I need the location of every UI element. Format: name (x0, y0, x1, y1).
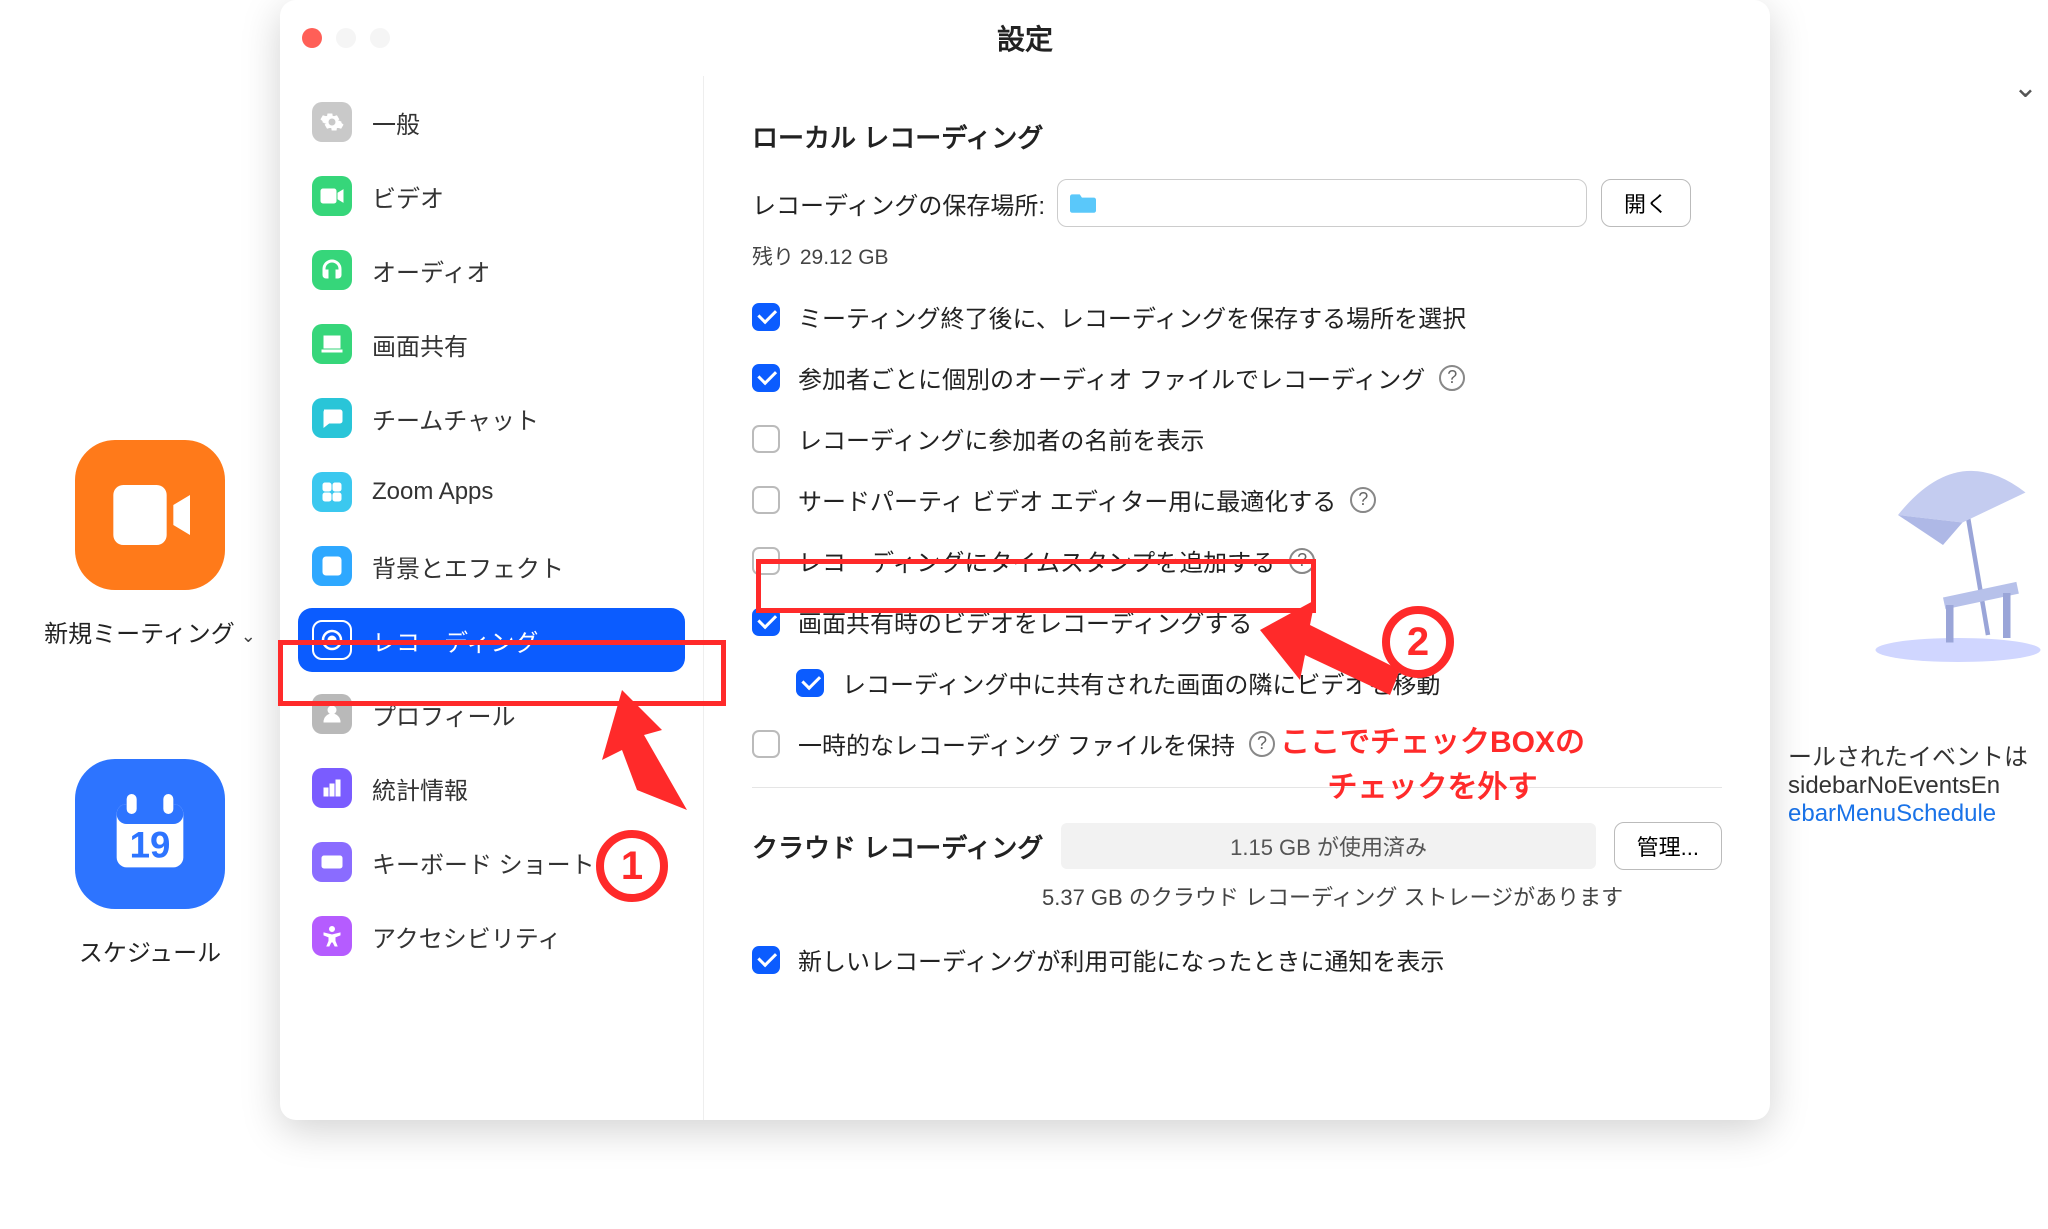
a11y-icon (312, 916, 352, 956)
check-row-1: 参加者ごとに個別のオーディオ ファイルでレコーディング ? (752, 360, 1722, 395)
location-label: レコーディングの保存場所: (752, 186, 1045, 221)
video-icon (110, 485, 190, 545)
annotation-text: ここでチェックBOXの チェックを外す (1280, 720, 1585, 810)
recording-location-input[interactable] (1057, 179, 1587, 227)
checkbox-label: 新しいレコーディングが利用可能になったときに通知を表示 (798, 942, 1444, 977)
sidebar-item-record[interactable]: レコーディング (298, 608, 685, 672)
bg-text-3[interactable]: ebarMenuSchedule (1788, 800, 2048, 828)
new-meeting-label: 新規ミーティング⌄ (44, 614, 256, 649)
sidebar-item-label: アクセシビリティ (372, 919, 561, 954)
open-folder-button[interactable]: 開く (1601, 179, 1691, 227)
chevron-down-icon[interactable]: ⌄ (241, 626, 256, 646)
annotation-number-2: 2 (1382, 606, 1454, 678)
window-traffic-lights[interactable] (302, 28, 390, 48)
checkbox-label: 画面共有時のビデオをレコーディングする (798, 604, 1252, 639)
keyboard-icon (312, 842, 352, 882)
sidebar-item-label: ビデオ (372, 179, 444, 214)
manage-cloud-button[interactable]: 管理... (1614, 822, 1722, 870)
sidebar-item-label: 画面共有 (372, 327, 468, 362)
sidebar-item-label: プロフィール (372, 697, 516, 732)
checkbox-2[interactable] (752, 425, 780, 453)
check-row-0: ミーティング終了後に、レコーディングを保存する場所を選択 (752, 299, 1722, 334)
check-row-3: サードパーティ ビデオ エディター用に最適化する ? (752, 482, 1722, 517)
bg-text-2: sidebarNoEventsEn (1788, 772, 2048, 800)
help-icon[interactable]: ? (1439, 365, 1465, 391)
check-row-2: レコーディングに参加者の名前を表示 (752, 421, 1722, 456)
checkbox-1[interactable] (752, 364, 780, 392)
check-row-4: レコーディングにタイムスタンプを追加する ? (752, 543, 1722, 578)
window-title: 設定 (997, 18, 1053, 58)
check-row-6: レコーディング中に共有された画面の隣にビデオを移動 (796, 665, 1722, 700)
help-icon[interactable]: ? (1350, 487, 1376, 513)
folder-icon (1070, 192, 1096, 214)
settings-sidebar: 一般 ビデオ オーディオ 画面共有 チームチャット Zoom Apps 背景とエ… (280, 76, 704, 1120)
cloud-recording-title: クラウド レコーディング (752, 828, 1043, 865)
sidebar-item-label: 統計情報 (372, 771, 468, 806)
video-icon (312, 176, 352, 216)
headphones-icon (312, 250, 352, 290)
remaining-storage: 残り 29.12 GB (752, 241, 1722, 271)
zoom-window-button[interactable] (370, 28, 390, 48)
checkbox-6[interactable] (796, 669, 824, 697)
umbrella-illustration (1868, 450, 2048, 670)
sidebar-item-video[interactable]: ビデオ (298, 164, 685, 228)
bg-icon (312, 546, 352, 586)
sidebar-item-label: オーディオ (372, 253, 490, 288)
annotation-arrow-1 (582, 690, 712, 840)
checkbox-label: ミーティング終了後に、レコーディングを保存する場所を選択 (798, 299, 1466, 334)
checkbox-label: サードパーティ ビデオ エディター用に最適化する (798, 482, 1336, 517)
sidebar-item-chat[interactable]: チームチャット (298, 386, 685, 450)
recording-panel: ローカル レコーディング レコーディングの保存場所: 開く 残り 29.12 G… (704, 76, 1770, 1120)
checkbox-7[interactable] (752, 730, 780, 758)
sidebar-item-label: 背景とエフェクト (372, 549, 564, 584)
sidebar-item-label: レコーディング (372, 623, 538, 658)
sidebar-item-gear[interactable]: 一般 (298, 90, 685, 154)
checkbox-label: レコーディングにタイムスタンプを追加する (798, 543, 1275, 578)
checkbox-5[interactable] (752, 608, 780, 636)
schedule-tile[interactable]: 19 (75, 759, 225, 909)
schedule-label: スケジュール (79, 933, 221, 968)
checkbox-0[interactable] (752, 303, 780, 331)
sidebar-item-label: 一般 (372, 105, 420, 140)
record-icon (312, 620, 352, 660)
checkbox-label: レコーディングに参加者の名前を表示 (798, 421, 1204, 456)
checkbox-label: 参加者ごとに個別のオーディオ ファイルでレコーディング (798, 360, 1425, 395)
gear-icon (312, 102, 352, 142)
sidebar-item-a11y[interactable]: アクセシビリティ (298, 904, 685, 968)
checkbox-label: 一時的なレコーディング ファイルを保持 (798, 726, 1235, 761)
local-recording-title: ローカル レコーディング (752, 118, 1722, 155)
new-meeting-tile[interactable] (75, 440, 225, 590)
bg-text-1: ールされたイベントは (1788, 737, 2048, 772)
sidebar-item-label: Zoom Apps (372, 478, 493, 506)
checkbox-cloud-notify[interactable] (752, 946, 780, 974)
profile-icon (312, 694, 352, 734)
cloud-remaining: 5.37 GB のクラウド レコーディング ストレージがあります (1042, 880, 1722, 912)
check-row-5: 画面共有時のビデオをレコーディングする (752, 604, 1722, 639)
share-icon (312, 324, 352, 364)
calendar-icon: 19 (110, 794, 190, 874)
close-window-button[interactable] (302, 28, 322, 48)
chevron-down-icon[interactable]: ⌄ (2013, 70, 2038, 105)
sidebar-item-share[interactable]: 画面共有 (298, 312, 685, 376)
check-cloud-notify: 新しいレコーディングが利用可能になったときに通知を表示 (752, 942, 1722, 977)
chat-icon (312, 398, 352, 438)
stats-icon (312, 768, 352, 808)
checkbox-3[interactable] (752, 486, 780, 514)
settings-window: 設定 一般 ビデオ オーディオ 画面共有 チームチャット Zoom Apps 背… (280, 0, 1770, 1120)
cloud-usage-bar: 1.15 GB が使用済み (1061, 823, 1595, 869)
checkbox-4[interactable] (752, 547, 780, 575)
sidebar-item-label: チームチャット (372, 401, 539, 436)
annotation-number-1: 1 (596, 830, 668, 902)
svg-text:19: 19 (130, 824, 171, 865)
sidebar-item-headphones[interactable]: オーディオ (298, 238, 685, 302)
sidebar-item-bg[interactable]: 背景とエフェクト (298, 534, 685, 598)
minimize-window-button[interactable] (336, 28, 356, 48)
help-icon[interactable]: ? (1289, 548, 1315, 574)
sidebar-item-apps[interactable]: Zoom Apps (298, 460, 685, 524)
apps-icon (312, 472, 352, 512)
